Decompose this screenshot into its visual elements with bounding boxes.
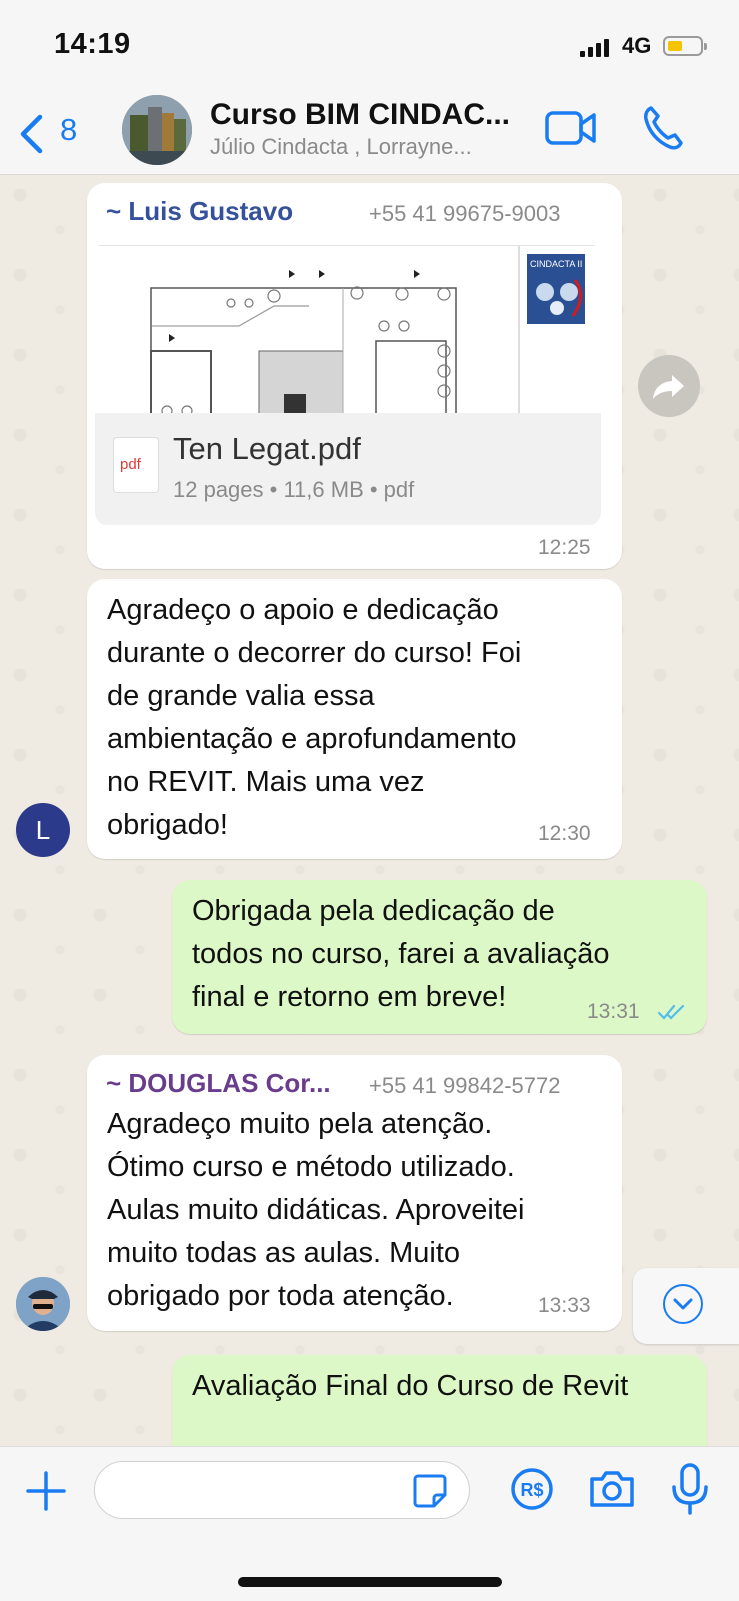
message-text: Avaliação Final do Curso de Revit	[192, 1370, 629, 1402]
currency-icon: R$	[511, 1468, 553, 1510]
video-camera-icon	[545, 111, 596, 145]
unread-count: 8	[60, 112, 78, 147]
svg-text:CINDACTA II: CINDACTA II	[530, 259, 582, 269]
chevron-left-icon	[20, 114, 43, 154]
composer-bar: R$	[0, 1446, 739, 1601]
status-bar: 14:19 4G	[0, 0, 739, 88]
message-time: 12:30	[538, 822, 591, 845]
message-bubble-outgoing[interactable]: Obrigada pela dedicação de todos no curs…	[172, 880, 707, 1034]
message-time: 13:31	[587, 1000, 640, 1023]
payment-button[interactable]: R$	[510, 1467, 554, 1511]
network-type: 4G	[622, 33, 652, 58]
scroll-to-bottom-button[interactable]	[633, 1268, 739, 1344]
microphone-icon	[672, 1463, 708, 1515]
chat-participants[interactable]: Júlio Cindacta , Lorrayne...	[210, 134, 472, 160]
floor-plan-thumbnail: CINDACTA II	[99, 246, 595, 414]
message-text: Agradeço muito pela atenção. Ótimo curso…	[107, 1108, 525, 1312]
sender-avatar[interactable]	[16, 1277, 70, 1331]
document-preview[interactable]: CINDACTA II	[99, 245, 595, 414]
chevron-down-icon	[663, 1284, 703, 1324]
battery-icon	[663, 36, 707, 56]
signal-icon	[580, 37, 610, 57]
video-call-button[interactable]	[545, 108, 597, 148]
message-bubble-outgoing[interactable]: Avaliação Final do Curso de Revit	[172, 1355, 707, 1446]
message-time: 12:25	[538, 536, 591, 559]
back-button[interactable]: 8	[18, 108, 98, 154]
plus-icon	[26, 1471, 66, 1511]
chat-header: 8 Curso BIM CINDAC... Júlio Cindacta , L…	[0, 88, 739, 175]
sender-avatar[interactable]: L	[16, 803, 70, 857]
chat-title[interactable]: Curso BIM CINDAC...	[210, 98, 510, 132]
message-text: Agradeço o apoio e dedicação durante o d…	[107, 594, 522, 841]
sender-name[interactable]: ~ DOUGLAS Cor...	[106, 1068, 331, 1099]
message-bubble-document[interactable]: ~ Luis Gustavo +55 41 99675-9003 CINDACT…	[87, 183, 622, 569]
voice-call-button[interactable]	[641, 104, 685, 152]
sender-phone: +55 41 99842-5772	[369, 1073, 561, 1098]
read-receipt-icon	[657, 1004, 685, 1020]
camera-button[interactable]	[588, 1469, 636, 1509]
message-time: 13:33	[538, 1294, 591, 1317]
cindacta-emblem: CINDACTA II	[527, 254, 585, 324]
home-indicator[interactable]	[238, 1577, 502, 1587]
group-avatar[interactable]	[122, 95, 192, 165]
attach-button[interactable]	[24, 1469, 68, 1513]
clock: 14:19	[54, 28, 131, 60]
document-meta: 12 pages • 11,6 MB • pdf	[173, 477, 415, 502]
sticker-icon	[413, 1474, 447, 1508]
phone-icon	[644, 106, 683, 150]
document-name: Ten Legat.pdf	[173, 431, 361, 466]
sender-name[interactable]: ~ Luis Gustavo	[106, 196, 293, 227]
forward-arrow-icon	[653, 375, 684, 399]
camera-icon	[590, 1471, 634, 1507]
message-list[interactable]: ~ Luis Gustavo +55 41 99675-9003 CINDACT…	[0, 175, 739, 1446]
sticker-button[interactable]	[412, 1473, 448, 1509]
message-bubble[interactable]: Agradeço o apoio e dedicação durante o d…	[87, 579, 622, 859]
svg-text:R$: R$	[520, 1480, 543, 1500]
pdf-file-icon: pdf	[113, 437, 159, 493]
forward-button[interactable]	[638, 355, 700, 417]
document-attachment[interactable]: pdf Ten Legat.pdf 12 pages • 11,6 MB • p…	[95, 413, 601, 525]
message-bubble[interactable]: ~ DOUGLAS Cor... +55 41 99842-5772 Agrad…	[87, 1055, 622, 1331]
sender-phone: +55 41 99675-9003	[369, 201, 561, 226]
microphone-button[interactable]	[670, 1463, 710, 1515]
